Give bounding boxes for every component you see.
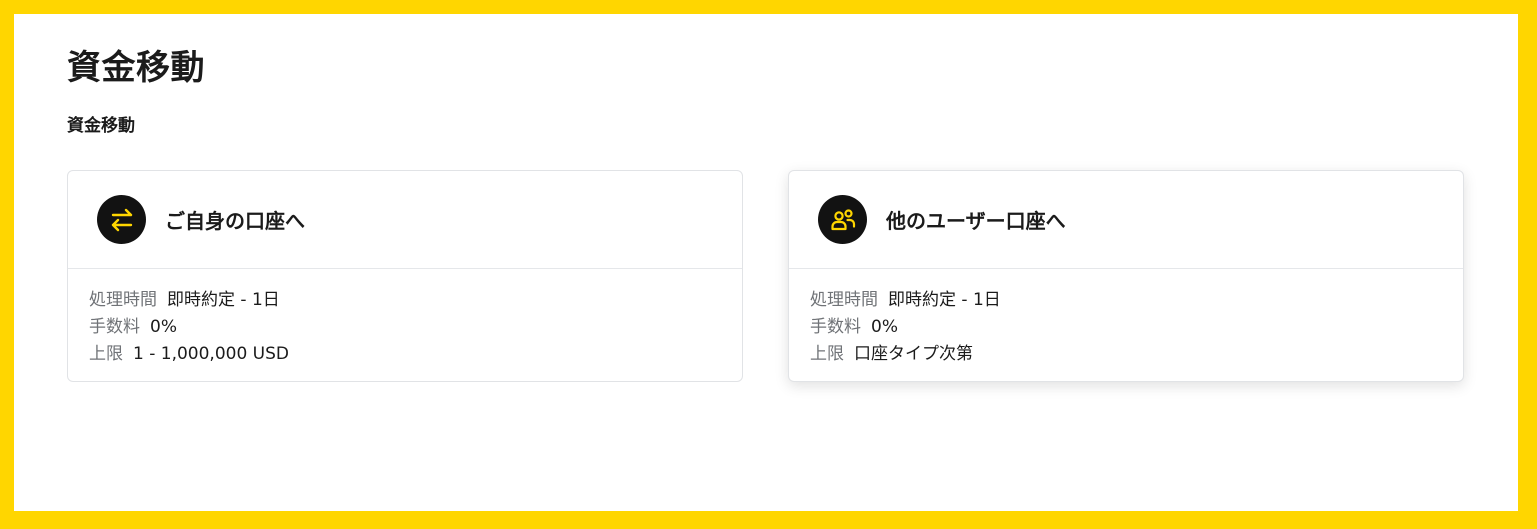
- card-header: ご自身の口座へ: [68, 171, 742, 269]
- section-title: 資金移動: [67, 116, 135, 136]
- detail-value: 0%: [871, 317, 898, 337]
- detail-label: 手数料: [810, 317, 861, 337]
- detail-label: 上限: [810, 344, 844, 364]
- detail-value: 1 - 1,000,000 USD: [133, 344, 290, 364]
- transfer-own-account-card[interactable]: ご自身の口座へ 処理時間 即時約定 - 1日 手数料 0% 上限 1 - 1,0…: [67, 170, 743, 382]
- detail-value: 0%: [150, 317, 177, 337]
- content-panel: 資金移動 資金移動 ご自身の口座へ 処理時間 即時約定 - 1日 手数料 0% …: [14, 14, 1518, 511]
- detail-row-limit: 上限 1 - 1,000,000 USD: [89, 341, 721, 368]
- card-title: 他のユーザー口座へ: [886, 209, 1066, 233]
- card-title: ご自身の口座へ: [165, 209, 305, 233]
- page-title: 資金移動: [67, 48, 205, 88]
- card-header: 他のユーザー口座へ: [789, 171, 1463, 269]
- swap-arrows-icon: [97, 195, 146, 244]
- detail-label: 処理時間: [89, 290, 157, 310]
- detail-row-limit: 上限 口座タイプ次第: [810, 341, 1442, 368]
- users-icon: [818, 195, 867, 244]
- detail-label: 手数料: [89, 317, 140, 337]
- detail-label: 上限: [89, 344, 123, 364]
- detail-row-processing-time: 処理時間 即時約定 - 1日: [89, 287, 721, 314]
- detail-value: 即時約定 - 1日: [888, 290, 1001, 310]
- detail-row-fee: 手数料 0%: [810, 314, 1442, 341]
- detail-value: 即時約定 - 1日: [167, 290, 280, 310]
- detail-value: 口座タイプ次第: [854, 344, 973, 364]
- detail-label: 処理時間: [810, 290, 878, 310]
- card-details: 処理時間 即時約定 - 1日 手数料 0% 上限 1 - 1,000,000 U…: [68, 269, 742, 368]
- card-details: 処理時間 即時約定 - 1日 手数料 0% 上限 口座タイプ次第: [789, 269, 1463, 368]
- detail-row-fee: 手数料 0%: [89, 314, 721, 341]
- detail-row-processing-time: 処理時間 即時約定 - 1日: [810, 287, 1442, 314]
- transfer-other-user-card[interactable]: 他のユーザー口座へ 処理時間 即時約定 - 1日 手数料 0% 上限 口座タイプ…: [788, 170, 1464, 382]
